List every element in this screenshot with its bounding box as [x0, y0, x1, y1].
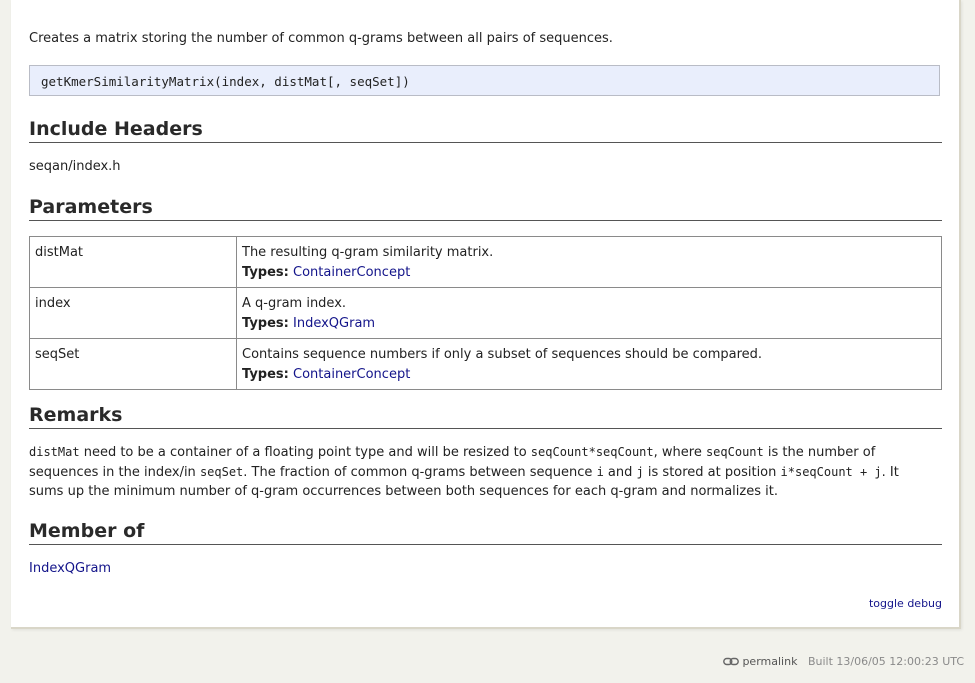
param-cell: A q-gram index. Types: IndexQGram	[236, 287, 942, 339]
code-span: i*seqCount + j	[780, 464, 882, 479]
param-type-link[interactable]: ContainerConcept	[293, 367, 410, 382]
chain-link-icon	[723, 657, 740, 666]
param-type-link[interactable]: IndexQGram	[293, 316, 375, 331]
table-row: distMat The resulting q-gram similarity …	[29, 236, 942, 288]
remarks-part: . The fraction of common q-grams between…	[243, 464, 597, 480]
include-file: seqan/index.h	[29, 159, 121, 174]
include-headers-heading: Include Headers	[29, 117, 942, 143]
param-desc: Contains sequence numbers if only a subs…	[242, 347, 763, 362]
param-desc: A q-gram index.	[242, 296, 347, 311]
table-row: seqSet Contains sequence numbers if only…	[29, 338, 942, 390]
permalink-label: permalink	[742, 655, 798, 668]
code-span: seqSet	[199, 464, 244, 479]
remarks-part: , where	[653, 445, 706, 460]
code-span: seqCount	[705, 445, 764, 459]
param-name: seqSet	[29, 338, 237, 390]
doc-card: Creates a matrix storing the number of c…	[11, 0, 961, 629]
remarks-part: is stored at position	[643, 464, 781, 480]
remarks-heading: Remarks	[29, 403, 942, 429]
param-type-link[interactable]: ContainerConcept	[293, 265, 410, 280]
table-row: index A q-gram index. Types: IndexQGram	[29, 287, 942, 339]
member-of-link[interactable]: IndexQGram	[29, 561, 111, 576]
code-span: j	[636, 464, 644, 479]
permalink-link[interactable]: permalink	[723, 655, 797, 668]
types-label: Types:	[242, 315, 289, 331]
param-cell: The resulting q-gram similarity matrix. …	[236, 236, 942, 288]
remarks-part: and	[603, 464, 637, 480]
parameters-table: distMat The resulting q-gram similarity …	[29, 236, 942, 390]
parameters-heading: Parameters	[29, 195, 942, 221]
code-span: i	[596, 464, 604, 479]
member-of-heading: Member of	[29, 519, 942, 545]
param-name: index	[29, 287, 237, 339]
footer: permalink Built 13/06/05 12:00:23 UTC	[723, 655, 964, 668]
toggle-debug-link[interactable]: toggle debug	[869, 597, 942, 610]
code-span: seqCount*seqCount	[530, 445, 654, 459]
param-desc: The resulting q-gram similarity matrix.	[242, 245, 494, 260]
param-cell: Contains sequence numbers if only a subs…	[236, 338, 942, 390]
param-name: distMat	[29, 236, 237, 288]
code-span: distMat	[29, 445, 80, 459]
remarks-text: distMat need to be a container of a floa…	[29, 443, 909, 502]
types-label: Types:	[242, 366, 289, 382]
function-signature: getKmerSimilarityMatrix(index, distMat[,…	[29, 65, 940, 96]
types-label: Types:	[242, 264, 289, 280]
remarks-part: need to be a container of a floating poi…	[79, 445, 531, 460]
build-timestamp: Built 13/06/05 12:00:23 UTC	[807, 655, 964, 668]
intro-text: Creates a matrix storing the number of c…	[29, 31, 613, 46]
